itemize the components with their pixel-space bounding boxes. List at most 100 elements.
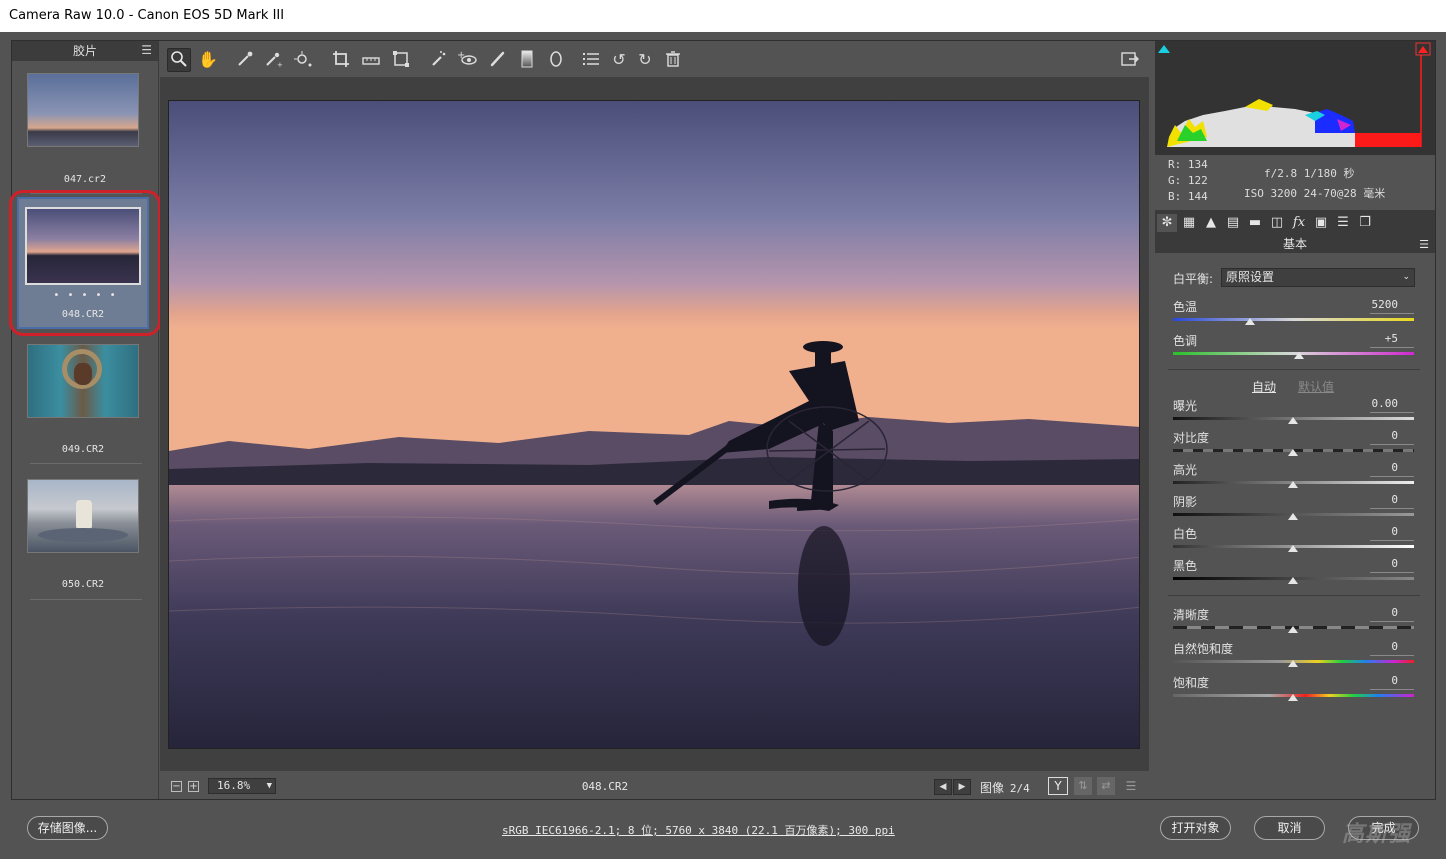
vibrance-value[interactable]: 0 bbox=[1340, 640, 1398, 653]
targeted-adjustment-tool-icon[interactable] bbox=[292, 49, 314, 71]
auto-link[interactable]: 自动 bbox=[1252, 378, 1276, 395]
save-image-button[interactable]: 存储图像... bbox=[27, 816, 108, 840]
temperature-slider[interactable] bbox=[1173, 318, 1414, 321]
workflow-options-link[interactable]: sRGB IEC61966-2.1; 8 位; 5760 x 3840 (22.… bbox=[502, 822, 895, 838]
red-eye-tool-icon[interactable]: + bbox=[456, 49, 478, 71]
value-underline bbox=[1370, 508, 1414, 509]
swap-before-after-icon[interactable]: ⇅ bbox=[1074, 777, 1092, 795]
current-filename: 048.CR2 bbox=[581, 780, 629, 793]
filmstrip-separator bbox=[30, 463, 142, 464]
exposure-label: 曝光 bbox=[1173, 399, 1198, 413]
histogram bbox=[1155, 41, 1435, 155]
tab-basic-icon[interactable]: ✼ bbox=[1157, 214, 1177, 232]
section-menu-icon[interactable]: ☰ bbox=[1419, 236, 1429, 253]
filmstrip-menu-icon[interactable]: ☰ bbox=[141, 43, 152, 57]
spot-removal-tool-icon[interactable] bbox=[428, 49, 450, 71]
preferences-list-icon[interactable] bbox=[580, 49, 602, 71]
tint-slider-thumb[interactable] bbox=[1294, 352, 1304, 359]
whites-value[interactable]: 0 bbox=[1340, 525, 1398, 538]
svg-text:+: + bbox=[277, 61, 283, 69]
clarity-slider-thumb[interactable] bbox=[1288, 626, 1298, 633]
blacks-slider-thumb[interactable] bbox=[1288, 577, 1298, 584]
pixel-readout: R: 134 G: 122 B: 144 bbox=[1168, 157, 1208, 205]
shadows-slider-thumb[interactable] bbox=[1288, 513, 1298, 520]
tab-effects-icon[interactable]: fx bbox=[1289, 214, 1309, 232]
tab-camera-calibration-icon[interactable]: ▣ bbox=[1311, 214, 1331, 232]
default-link[interactable]: 默认值 bbox=[1298, 378, 1334, 395]
hand-tool-icon[interactable]: ✋ bbox=[197, 49, 219, 71]
rotate-right-icon[interactable]: ↻ bbox=[634, 49, 656, 71]
shadows-value[interactable]: 0 bbox=[1340, 493, 1398, 506]
contrast-slider-thumb[interactable] bbox=[1288, 449, 1298, 456]
shadows-label: 阴影 bbox=[1173, 495, 1198, 509]
prev-image-button[interactable]: ◀ bbox=[934, 779, 952, 795]
before-after-view-icon[interactable]: Y bbox=[1048, 777, 1068, 795]
temperature-slider-thumb[interactable] bbox=[1245, 318, 1255, 325]
rotate-left-icon[interactable]: ↺ bbox=[608, 49, 630, 71]
blacks-label: 黑色 bbox=[1173, 559, 1198, 573]
white-balance-tool-icon[interactable] bbox=[234, 49, 256, 71]
filmstrip-thumbnail-049[interactable] bbox=[27, 344, 139, 418]
zoom-out-button[interactable]: − bbox=[171, 781, 182, 792]
value-underline bbox=[1370, 313, 1414, 314]
exposure-slider-thumb[interactable] bbox=[1288, 417, 1298, 424]
window-titlebar: Camera Raw 10.0 - Canon EOS 5D Mark III bbox=[0, 0, 1446, 32]
trash-icon[interactable] bbox=[662, 49, 684, 71]
image-counter: 图像 2/4 bbox=[980, 779, 1030, 796]
open-object-button[interactable]: 打开对象 bbox=[1160, 816, 1231, 840]
highlights-slider-thumb[interactable] bbox=[1288, 481, 1298, 488]
exif-iso-lens: ISO 3200 24-70@28 毫米 bbox=[1244, 187, 1386, 200]
filmstrip-thumbnail-047[interactable] bbox=[27, 73, 139, 147]
zoom-tool-icon[interactable] bbox=[167, 48, 191, 72]
whites-slider-thumb[interactable] bbox=[1288, 545, 1298, 552]
vibrance-label: 自然饱和度 bbox=[1173, 642, 1234, 656]
crop-tool-icon[interactable] bbox=[330, 49, 352, 71]
preview-image[interactable] bbox=[168, 100, 1140, 749]
highlights-value[interactable]: 0 bbox=[1340, 461, 1398, 474]
cancel-button[interactable]: 取消 bbox=[1254, 816, 1325, 840]
tab-snapshots-icon[interactable]: ❐ bbox=[1355, 214, 1375, 232]
fullscreen-toggle-icon[interactable] bbox=[1118, 49, 1140, 71]
tint-value[interactable]: +5 bbox=[1340, 332, 1398, 345]
tab-hsl-icon[interactable]: ▤ bbox=[1223, 214, 1243, 232]
transform-tool-icon[interactable] bbox=[390, 49, 412, 71]
blacks-value[interactable]: 0 bbox=[1340, 557, 1398, 570]
saturation-label: 饱和度 bbox=[1173, 676, 1210, 690]
color-sampler-tool-icon[interactable]: + bbox=[262, 49, 284, 71]
copy-settings-icon[interactable]: ⇄ bbox=[1097, 777, 1115, 795]
zoom-in-button[interactable]: + bbox=[188, 781, 199, 792]
saturation-slider-thumb[interactable] bbox=[1288, 694, 1298, 701]
filmstrip-label-047: 047.cr2 bbox=[63, 174, 107, 185]
contrast-value[interactable]: 0 bbox=[1340, 429, 1398, 442]
zoom-level-select[interactable]: 16.8% ▼ bbox=[208, 778, 276, 794]
value-underline bbox=[1370, 621, 1414, 622]
saturation-value[interactable]: 0 bbox=[1340, 674, 1398, 687]
exposure-value[interactable]: 0.00 bbox=[1340, 397, 1399, 410]
white-balance-select[interactable]: 原照设置 ⌄ bbox=[1221, 268, 1415, 287]
tab-presets-icon[interactable]: ☰ bbox=[1333, 214, 1353, 232]
tab-split-toning-icon[interactable]: ▬ bbox=[1245, 214, 1265, 232]
value-underline bbox=[1370, 444, 1414, 445]
readout-r: R: 134 bbox=[1168, 158, 1208, 171]
filmstrip-thumbnail-048[interactable] bbox=[25, 207, 141, 285]
radial-filter-icon[interactable] bbox=[545, 49, 567, 71]
clarity-value[interactable]: 0 bbox=[1340, 606, 1398, 619]
preview-settings-icon[interactable]: ☰ bbox=[1122, 777, 1140, 795]
watermark: 高斯强 bbox=[1342, 822, 1412, 847]
image-counter-label: 图像 bbox=[980, 781, 1005, 795]
tab-detail-icon[interactable]: ▲ bbox=[1201, 214, 1221, 232]
filmstrip-separator bbox=[30, 193, 142, 194]
temperature-label: 色温 bbox=[1173, 300, 1198, 314]
temperature-value[interactable]: 5200 bbox=[1340, 298, 1399, 311]
graduated-filter-icon[interactable] bbox=[516, 49, 538, 71]
vibrance-slider-thumb[interactable] bbox=[1288, 660, 1298, 667]
filmstrip-label-050: 050.CR2 bbox=[61, 579, 105, 590]
tab-tone-curve-icon[interactable]: ▦ bbox=[1179, 214, 1199, 232]
next-image-button[interactable]: ▶ bbox=[953, 779, 971, 795]
adjustment-brush-icon[interactable] bbox=[486, 49, 508, 71]
tab-lens-corrections-icon[interactable]: ◫ bbox=[1267, 214, 1287, 232]
filmstrip-thumbnail-050[interactable] bbox=[27, 479, 139, 553]
svg-text:+: + bbox=[457, 50, 465, 61]
straighten-tool-icon[interactable] bbox=[360, 49, 382, 71]
filmstrip-label-049: 049.CR2 bbox=[61, 444, 105, 455]
